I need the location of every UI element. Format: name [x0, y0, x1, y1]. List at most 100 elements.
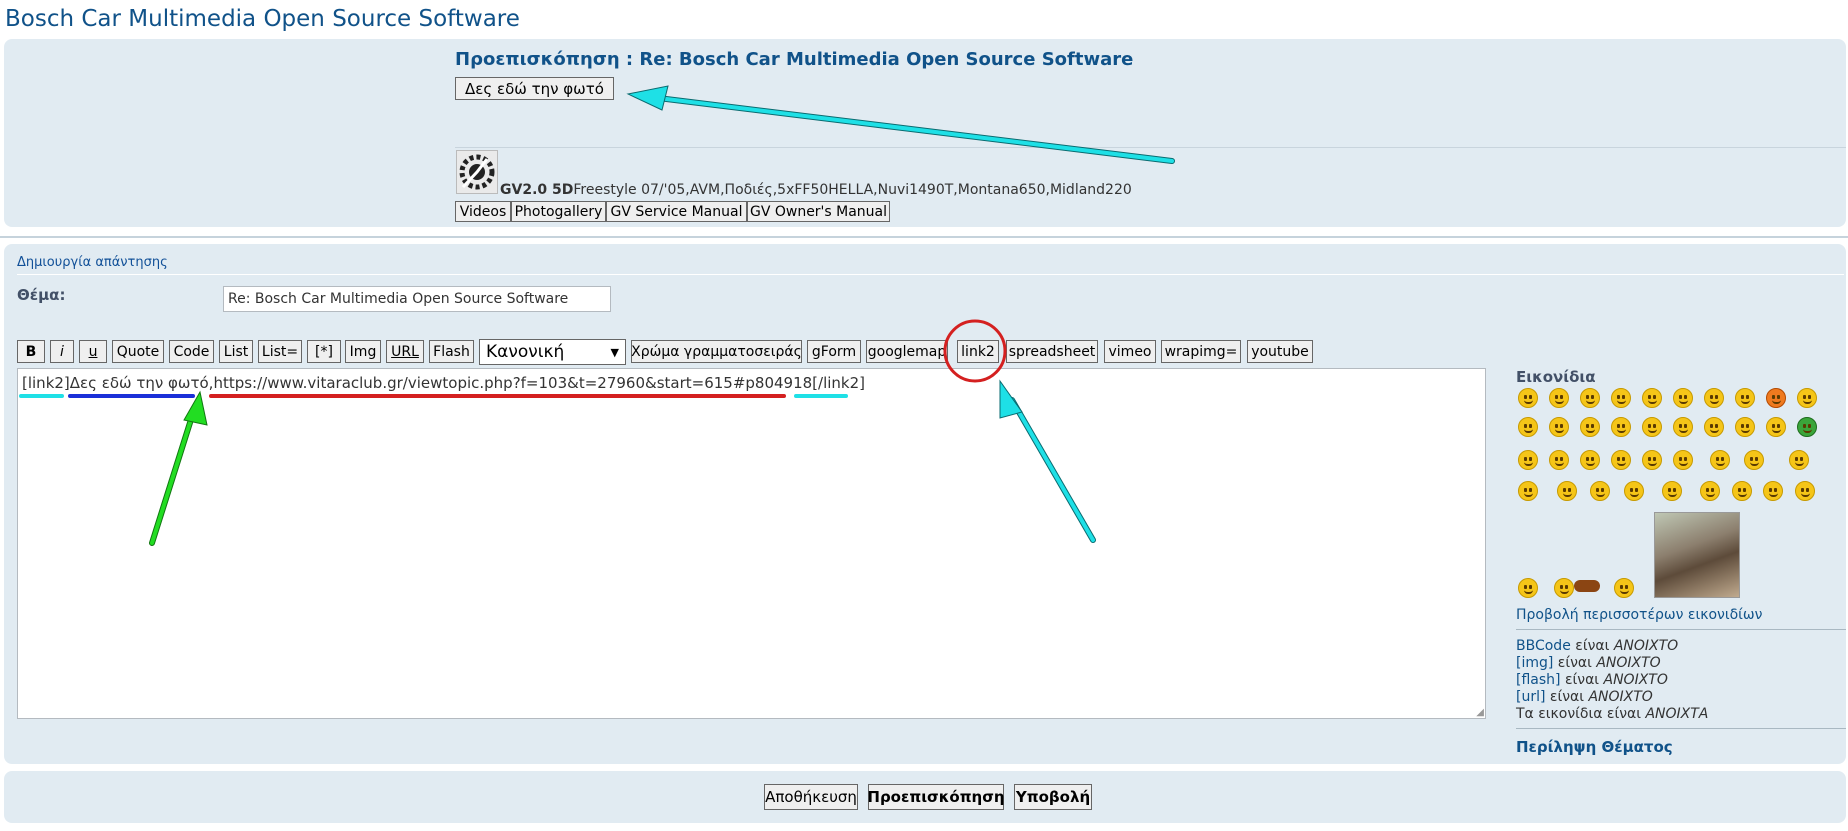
smiley-icon[interactable] [1642, 388, 1662, 408]
smiley-icon[interactable] [1744, 450, 1764, 470]
font-color-button[interactable]: Χρώμα γραμματοσειράς [631, 340, 802, 363]
smiley-icon[interactable] [1518, 417, 1538, 437]
spreadsheet-button[interactable]: spreadsheet [1006, 340, 1098, 363]
smiley-icon[interactable] [1557, 481, 1577, 501]
smiley-icon[interactable] [1710, 450, 1730, 470]
bold-button[interactable]: B [17, 340, 45, 363]
smiley-icon[interactable] [1795, 481, 1815, 501]
smiley-icon[interactable] [1580, 450, 1600, 470]
chevron-down-icon: ▼ [610, 345, 619, 359]
bbcode-status: BBCode είναι ΑΝΟΙΧΤΟ [1516, 638, 1678, 654]
signature-photogallery-button[interactable]: Photogallery [511, 201, 606, 222]
smiley-icon[interactable] [1611, 417, 1631, 437]
smiley-icon[interactable] [1611, 450, 1631, 470]
list-item-button[interactable]: [*] [307, 340, 341, 363]
smiley-icon[interactable] [1766, 417, 1786, 437]
message-editor[interactable]: [link2]Δες εδώ την φωτό,https://www.vita… [17, 368, 1486, 719]
gform-button[interactable]: gForm [807, 340, 861, 363]
violin-icon [1574, 580, 1600, 592]
smiley-icon[interactable] [1624, 481, 1644, 501]
smiley-icon[interactable] [1673, 417, 1693, 437]
smiley-icon[interactable] [1580, 388, 1600, 408]
signature-model: GV2.0 5D [500, 182, 574, 198]
url-button[interactable]: URL [386, 340, 424, 363]
smiley-icon[interactable] [1673, 450, 1693, 470]
smiley-icon[interactable] [1590, 481, 1610, 501]
signature-text: GV2.0 5DFreestyle 07/'05,AVM,Ποδιές,5xFF… [500, 182, 1132, 198]
smiley-icon[interactable] [1580, 417, 1600, 437]
url-status-label: [url] [1516, 689, 1546, 705]
smiley-icon[interactable] [1704, 417, 1724, 437]
signature-divider [455, 147, 1846, 148]
smiley-icon[interactable] [1789, 450, 1809, 470]
more-smilies-link[interactable]: Προβολή περισσοτέρων εικονιδίων [1516, 607, 1762, 623]
signature-videos-button[interactable]: Videos [455, 201, 511, 222]
font-size-select[interactable]: Κανονική ▼ [479, 339, 626, 365]
smiley-icon[interactable] [1735, 388, 1755, 408]
img-button[interactable]: Img [345, 340, 381, 363]
flash-status: [flash] είναι ΑΝΟΙΧΤΟ [1516, 672, 1668, 688]
smiley-icon[interactable] [1797, 388, 1817, 408]
preview-title: Προεπισκόπηση : Re: Bosch Car Multimedia… [455, 49, 1134, 70]
editor-content: [link2]Δες εδώ την φωτό,https://www.vita… [22, 374, 866, 392]
smiley-icon[interactable] [1662, 481, 1682, 501]
wrapimg-button[interactable]: wrapimg= [1161, 340, 1241, 363]
smiley-icon[interactable] [1549, 450, 1569, 470]
smiley-icon[interactable] [1518, 578, 1538, 598]
smilies-divider [1516, 629, 1846, 630]
quote-button[interactable]: Quote [112, 340, 164, 363]
save-button[interactable]: Αποθήκευση [764, 784, 858, 810]
googlemap-button[interactable]: googlemap [866, 340, 948, 363]
status-value: ΑΝΟΙΧΤΟ [1613, 638, 1679, 654]
subject-input[interactable] [223, 286, 611, 312]
img-status-label: [img] [1516, 655, 1554, 671]
violin-smiley-icon[interactable] [1554, 578, 1574, 598]
smiley-icon[interactable] [1518, 450, 1538, 470]
signature-service-manual-button[interactable]: GV Service Manual [606, 201, 747, 222]
smiley-icon[interactable] [1614, 578, 1634, 598]
smiley-icon[interactable] [1642, 417, 1662, 437]
smiley-icon[interactable] [1518, 388, 1538, 408]
list-numbered-button[interactable]: List= [258, 340, 302, 363]
photo-link-button[interactable]: Δες εδώ την φωτό [455, 77, 614, 100]
topic-summary-link[interactable]: Περίληψη Θέματος [1516, 738, 1673, 756]
status-value: ΑΝΟΙΧΤΟ [1596, 655, 1661, 671]
smiley-icon[interactable] [1704, 388, 1724, 408]
smiley-icon[interactable] [1763, 481, 1783, 501]
status-value: ΑΝΟΙΧΤΟ [1603, 672, 1668, 688]
submit-button[interactable]: Υποβολή [1014, 784, 1092, 810]
smiley-icon[interactable] [1611, 388, 1631, 408]
smiley-icon[interactable] [1549, 417, 1569, 437]
smiley-icon[interactable] [1642, 450, 1662, 470]
smiley-icon[interactable] [1735, 417, 1755, 437]
youtube-button[interactable]: youtube [1247, 340, 1313, 363]
list-button[interactable]: List [219, 340, 253, 363]
status-divider [1516, 728, 1846, 729]
page-title: Bosch Car Multimedia Open Source Softwar… [5, 6, 520, 32]
signature-avatar [456, 150, 498, 194]
smiley-icon[interactable] [1732, 481, 1752, 501]
flash-button[interactable]: Flash [429, 340, 474, 363]
smiley-icon[interactable] [1518, 481, 1538, 501]
signature-owners-manual-button[interactable]: GV Owner's Manual [747, 201, 890, 222]
vimeo-button[interactable]: vimeo [1104, 340, 1156, 363]
section-separator [0, 236, 1848, 238]
preview-button[interactable]: Προεπισκόπηση [867, 784, 1005, 810]
link2-button[interactable]: link2 [957, 340, 999, 363]
smilies-status: Τα εικονίδια είναι ΑΝΟΙΧΤΑ [1516, 706, 1708, 722]
smiley-icon[interactable] [1549, 388, 1569, 408]
reply-heading: Δημιουργία απάντησης [17, 255, 168, 270]
smiley-icon[interactable] [1673, 388, 1693, 408]
underline-button[interactable]: u [79, 340, 107, 363]
status-value: ΑΝΟΙΧΤΟ [1588, 689, 1653, 705]
italic-button[interactable]: i [50, 340, 74, 363]
smiley-icon[interactable] [1797, 417, 1817, 437]
status-value: ΑΝΟΙΧΤΑ [1645, 706, 1709, 722]
smiley-icon[interactable] [1766, 388, 1786, 408]
smiley-photo-image[interactable] [1654, 512, 1740, 598]
signature-details: Freestyle 07/'05,AVM,Ποδιές,5xFF50HELLA,… [573, 182, 1132, 198]
resize-handle-icon[interactable]: ◢ [1476, 707, 1484, 718]
smiley-icon[interactable] [1700, 481, 1720, 501]
bbcode-link[interactable]: BBCode [1516, 638, 1571, 654]
code-button[interactable]: Code [169, 340, 214, 363]
